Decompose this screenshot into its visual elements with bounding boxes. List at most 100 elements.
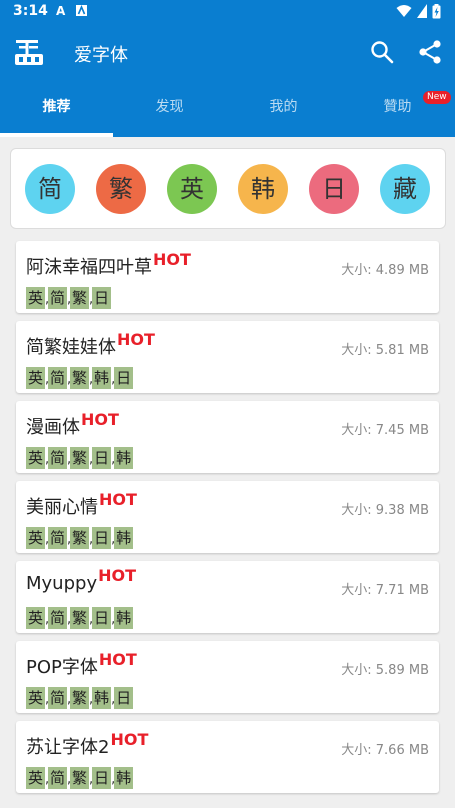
language-tags: 英,简,繁,韩,日 (26, 687, 134, 709)
tab-mine[interactable]: 我的 (227, 82, 340, 137)
app-title: 爱字体 (74, 45, 128, 66)
language-tag: 韩 (114, 447, 134, 469)
font-size-label: 大小: 7.45 MB (341, 423, 429, 438)
language-tag: 日 (114, 367, 134, 389)
language-tag: 日 (92, 767, 112, 789)
language-tags: 英,简,繁,韩,日 (26, 367, 134, 389)
hot-badge: HOT (99, 490, 137, 509)
tab-label: 我的 (269, 99, 298, 115)
language-filter-tibetan[interactable]: 藏 (380, 164, 430, 214)
notification-app-icon (76, 4, 87, 16)
hot-badge: HOT (110, 730, 149, 749)
language-tag: 繁 (70, 767, 90, 789)
font-name: 简繁娃娃体HOT (26, 330, 155, 359)
language-label: 英 (180, 175, 204, 203)
wifi-icon (396, 5, 412, 17)
language-label: 藏 (393, 175, 417, 203)
app-bar: 爱字体 (0, 24, 455, 82)
hot-badge: HOT (153, 250, 191, 269)
font-name: MyuppyHOT (26, 566, 136, 594)
svg-text:A: A (56, 4, 66, 17)
hot-badge: HOT (98, 566, 137, 585)
font-card[interactable]: 美丽心情HOT 大小: 9.38 MB 英,简,繁,日,韩 (16, 481, 439, 553)
font-name-text: 阿沫幸福四叶草 (26, 257, 152, 278)
font-name: POP字体HOT (26, 650, 137, 679)
font-name-text: 苏让字体2 (26, 737, 110, 758)
language-tag: 日 (92, 607, 112, 629)
language-tag: 简 (48, 447, 68, 469)
font-card[interactable]: 苏让字体2HOT 大小: 7.66 MB 英,简,繁,日,韩 (16, 721, 439, 793)
language-tags: 英,简,繁,日 (26, 287, 112, 309)
language-label: 繁 (109, 175, 133, 203)
language-tags: 英,简,繁,日,韩 (26, 447, 134, 469)
language-tag: 英 (26, 287, 46, 309)
tab-label: 推荐 (42, 99, 71, 115)
language-tag: 简 (48, 607, 68, 629)
language-label: 简 (38, 175, 62, 203)
font-name-text: POP字体 (26, 657, 98, 678)
font-size-label: 大小: 5.89 MB (341, 663, 429, 678)
language-filter-japanese[interactable]: 日 (309, 164, 359, 214)
language-tag: 繁 (70, 527, 90, 549)
font-name-text: Myuppy (26, 573, 98, 594)
hot-badge: HOT (81, 410, 119, 429)
language-filter-english[interactable]: 英 (167, 164, 217, 214)
hot-badge: HOT (98, 650, 137, 669)
language-tag: 韩 (114, 527, 134, 549)
app-logo-icon (15, 40, 43, 65)
font-card[interactable]: 简繁娃娃体HOT 大小: 5.81 MB 英,简,繁,韩,日 (16, 321, 439, 393)
search-icon[interactable] (369, 39, 395, 65)
hot-badge: HOT (117, 330, 155, 349)
tab-indicator (0, 133, 113, 137)
battery-icon (432, 4, 441, 19)
language-tag: 英 (26, 607, 46, 629)
language-tag: 简 (48, 287, 68, 309)
language-tag: 繁 (70, 687, 90, 709)
language-tag: 韩 (92, 687, 112, 709)
language-tag: 韩 (92, 367, 112, 389)
status-time: 3:14 (13, 3, 48, 19)
language-tag: 繁 (70, 447, 90, 469)
language-filter-card: 简 繁 英 韩 日 藏 (10, 148, 446, 229)
font-size-label: 大小: 7.71 MB (341, 583, 429, 598)
tab-discover[interactable]: 发现 (113, 82, 226, 137)
language-tag: 英 (26, 767, 46, 789)
font-card[interactable]: 阿沫幸福四叶草HOT 大小: 4.89 MB 英,简,繁,日 (16, 241, 439, 313)
notification-a-icon: A (56, 4, 66, 17)
language-tag: 英 (26, 447, 46, 469)
font-size-label: 大小: 4.89 MB (341, 263, 429, 278)
font-name: 漫画体HOT (26, 410, 119, 439)
font-name-text: 美丽心情 (26, 497, 98, 518)
language-tag: 日 (92, 527, 112, 549)
language-tag: 繁 (70, 367, 90, 389)
font-card[interactable]: 漫画体HOT 大小: 7.45 MB 英,简,繁,日,韩 (16, 401, 439, 473)
language-tag: 英 (26, 687, 46, 709)
font-name: 苏让字体2HOT (26, 730, 149, 759)
language-tag: 简 (48, 367, 68, 389)
language-filter-korean[interactable]: 韩 (238, 164, 288, 214)
language-tag: 英 (26, 527, 46, 549)
language-filter-traditional[interactable]: 繁 (96, 164, 146, 214)
font-card[interactable]: POP字体HOT 大小: 5.89 MB 英,简,繁,韩,日 (16, 641, 439, 713)
language-tags: 英,简,繁,日,韩 (26, 527, 134, 549)
language-label: 日 (322, 175, 346, 203)
language-tag: 简 (48, 527, 68, 549)
font-size-label: 大小: 9.38 MB (341, 503, 429, 518)
font-name: 阿沫幸福四叶草HOT (26, 250, 191, 279)
language-label: 韩 (251, 175, 275, 203)
language-tag: 日 (92, 447, 112, 469)
font-size-label: 大小: 5.81 MB (341, 343, 429, 358)
new-badge: New (423, 91, 451, 104)
share-icon[interactable] (417, 39, 443, 65)
language-tag: 简 (48, 687, 68, 709)
language-tag: 韩 (114, 767, 134, 789)
font-name: 美丽心情HOT (26, 490, 137, 519)
font-card[interactable]: MyuppyHOT 大小: 7.71 MB 英,简,繁,日,韩 (16, 561, 439, 633)
tab-recommend[interactable]: 推荐 (0, 82, 113, 137)
language-tag: 英 (26, 367, 46, 389)
language-filter-simplified[interactable]: 简 (25, 164, 75, 214)
tab-bar: 推荐 发现 我的 贊助 New (0, 82, 455, 137)
status-bar: 3:14 A (0, 0, 455, 24)
language-tag: 日 (92, 287, 112, 309)
tab-sponsor[interactable]: 贊助 New (341, 82, 454, 137)
